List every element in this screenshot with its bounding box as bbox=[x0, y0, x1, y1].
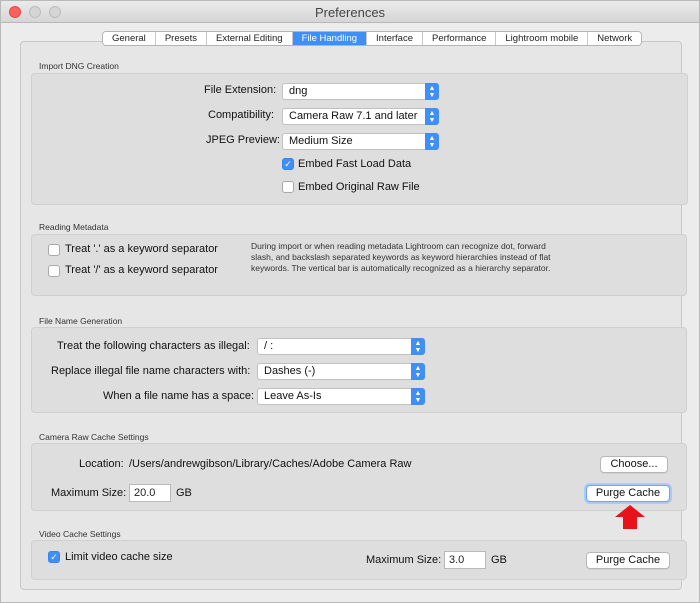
chevron-updown-icon: ▲ ▼ bbox=[411, 388, 425, 405]
video-cache-title: Video Cache Settings bbox=[39, 529, 121, 539]
import-dng-title: Import DNG Creation bbox=[39, 61, 119, 71]
tab-file-handling[interactable]: File Handling bbox=[292, 32, 368, 45]
red-arrow-icon bbox=[615, 505, 645, 529]
cache-max-size-input[interactable]: 20.0 bbox=[129, 484, 171, 502]
chevron-updown-icon: ▲ ▼ bbox=[425, 108, 439, 125]
video-max-size-label: Maximum Size: bbox=[366, 554, 442, 566]
file-extension-select[interactable]: dng ▲ ▼ bbox=[282, 83, 439, 100]
file-extension-value: dng bbox=[289, 85, 308, 97]
cache-max-size-label: Maximum Size: bbox=[51, 487, 127, 499]
tab-lightroom-mobile[interactable]: Lightroom mobile bbox=[496, 32, 589, 45]
jpeg-preview-value: Medium Size bbox=[289, 135, 353, 147]
file-extension-label: File Extension: bbox=[204, 84, 277, 96]
purge-raw-cache-button[interactable]: Purge Cache bbox=[586, 485, 670, 502]
cache-size-unit: GB bbox=[176, 487, 192, 499]
chevron-updown-icon: ▲ ▼ bbox=[425, 133, 439, 150]
space-handling-select[interactable]: Leave As-Is ▲ ▼ bbox=[257, 388, 425, 405]
chevron-updown-icon: ▲ ▼ bbox=[425, 83, 439, 100]
limit-video-cache-label: Limit video cache size bbox=[65, 551, 173, 563]
chevron-updown-icon: ▲ ▼ bbox=[411, 338, 425, 355]
slash-separator-label: Treat '/' as a keyword separator bbox=[65, 264, 218, 276]
window-title: Preferences bbox=[314, 5, 386, 20]
preferences-window: Preferences General Presets External Edi… bbox=[0, 0, 700, 603]
dot-separator-checkbox[interactable] bbox=[48, 244, 60, 256]
camera-raw-cache-title: Camera Raw Cache Settings bbox=[39, 432, 149, 442]
title-bar: Preferences bbox=[1, 1, 699, 23]
embed-fast-load-label: Embed Fast Load Data bbox=[298, 158, 412, 170]
tab-presets[interactable]: Presets bbox=[155, 32, 208, 45]
location-label: Location: bbox=[79, 458, 124, 470]
replace-chars-select[interactable]: Dashes (-) ▲ ▼ bbox=[257, 363, 425, 380]
compatibility-value: Camera Raw 7.1 and later bbox=[289, 110, 418, 122]
embed-fast-load-checkbox[interactable]: ✓ bbox=[282, 158, 294, 170]
reading-metadata-title: Reading Metadata bbox=[39, 222, 109, 232]
limit-video-cache-checkbox[interactable]: ✓ bbox=[48, 551, 60, 563]
chevron-updown-icon: ▲ ▼ bbox=[411, 363, 425, 380]
jpeg-preview-label: JPEG Preview: bbox=[206, 134, 280, 146]
tab-interface[interactable]: Interface bbox=[367, 32, 423, 45]
metadata-description: During import or when reading metadata L… bbox=[251, 241, 551, 273]
slash-separator-checkbox[interactable] bbox=[48, 265, 60, 277]
compatibility-select[interactable]: Camera Raw 7.1 and later ▲ ▼ bbox=[282, 108, 439, 125]
tab-performance[interactable]: Performance bbox=[423, 32, 497, 45]
tab-general[interactable]: General bbox=[103, 32, 156, 45]
video-max-size-input[interactable]: 3.0 bbox=[444, 551, 486, 569]
tab-bar: General Presets External Editing File Ha… bbox=[102, 31, 643, 46]
illegal-chars-value: / : bbox=[264, 340, 274, 352]
purge-video-cache-button[interactable]: Purge Cache bbox=[586, 552, 670, 569]
illegal-chars-label: Treat the following characters as illega… bbox=[57, 340, 250, 352]
space-handling-value: Leave As-Is bbox=[264, 390, 322, 402]
tab-network[interactable]: Network bbox=[588, 32, 642, 45]
tab-external-editing[interactable]: External Editing bbox=[207, 32, 293, 45]
compatibility-label: Compatibility: bbox=[208, 109, 275, 121]
location-value: /Users/andrewgibson/Library/Caches/Adobe… bbox=[129, 458, 412, 470]
illegal-chars-select[interactable]: / : ▲ ▼ bbox=[257, 338, 425, 355]
file-name-generation-title: File Name Generation bbox=[39, 316, 123, 326]
embed-original-checkbox[interactable] bbox=[282, 181, 294, 193]
video-size-unit: GB bbox=[491, 554, 507, 566]
embed-original-label: Embed Original Raw File bbox=[298, 181, 420, 193]
dot-separator-label: Treat '.' as a keyword separator bbox=[65, 243, 218, 255]
choose-location-button[interactable]: Choose... bbox=[600, 456, 668, 473]
jpeg-preview-select[interactable]: Medium Size ▲ ▼ bbox=[282, 133, 439, 150]
space-handling-label: When a file name has a space: bbox=[103, 390, 255, 402]
replace-chars-value: Dashes (-) bbox=[264, 365, 316, 377]
replace-chars-label: Replace illegal file name characters wit… bbox=[51, 365, 251, 377]
